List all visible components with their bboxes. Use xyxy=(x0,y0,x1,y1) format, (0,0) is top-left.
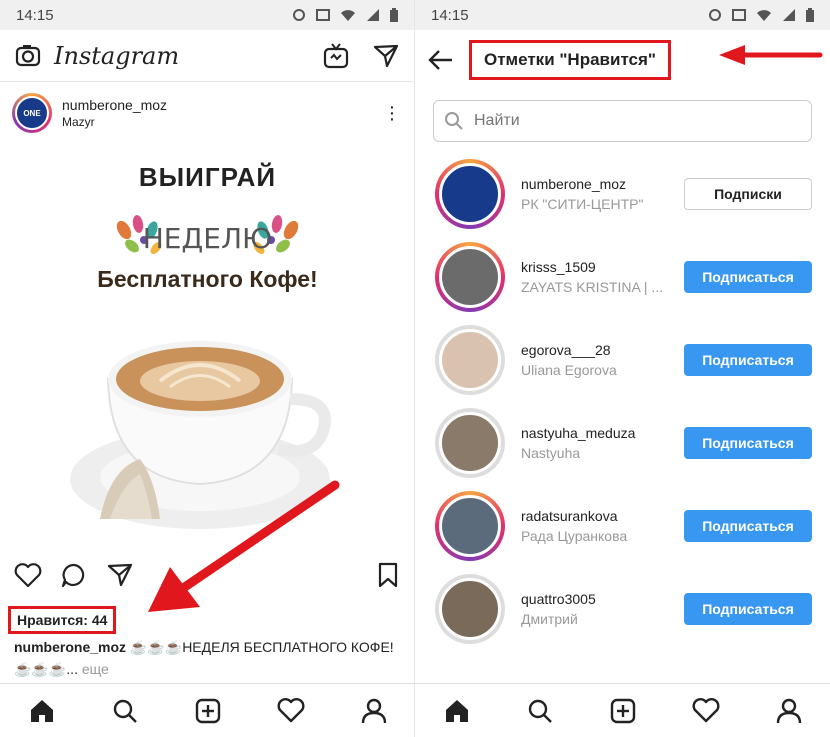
cast-icon xyxy=(732,9,746,21)
caption-more-link[interactable]: еще xyxy=(82,661,109,677)
avatar-photo xyxy=(439,411,501,474)
liker-fullname: ZAYATS KRISTINA | ... xyxy=(521,278,664,295)
follow-button[interactable]: Подписаться xyxy=(684,260,812,293)
profile-icon[interactable] xyxy=(775,697,803,725)
liker-username[interactable]: quattro3005 xyxy=(521,591,684,607)
post-actions xyxy=(0,552,414,598)
liker-avatar[interactable] xyxy=(435,158,505,229)
wifi-icon xyxy=(341,10,355,21)
liker-row[interactable]: numberone_moz РК "СИТИ-ЦЕНТР" Подписки xyxy=(415,152,830,235)
follow-button[interactable]: Подписаться xyxy=(684,592,812,625)
sync-icon xyxy=(293,9,305,21)
liker-username[interactable]: numberone_moz xyxy=(521,176,684,192)
search-icon[interactable] xyxy=(526,697,554,725)
following-button[interactable]: Подписки xyxy=(684,177,812,210)
activity-heart-icon[interactable] xyxy=(692,697,720,725)
caption-username[interactable]: numberone_moz xyxy=(14,639,126,655)
search-icon[interactable] xyxy=(111,697,139,725)
back-arrow-icon[interactable] xyxy=(427,46,455,74)
status-icons xyxy=(708,8,814,22)
avatar-photo xyxy=(439,245,501,308)
follow-button[interactable]: Подписаться xyxy=(684,426,812,459)
new-post-icon[interactable] xyxy=(609,697,637,725)
cast-icon xyxy=(316,9,330,21)
coffee-cup-illustration xyxy=(70,341,331,529)
profile-icon[interactable] xyxy=(360,697,388,725)
likers-list: numberone_moz РК "СИТИ-ЦЕНТР" Подписки kris… xyxy=(415,152,830,650)
battery-icon xyxy=(390,8,398,22)
camera-icon[interactable] xyxy=(14,42,42,70)
share-icon[interactable] xyxy=(106,562,134,588)
status-bar: 14:15 xyxy=(415,0,830,30)
liker-fullname: Uliana Egorova xyxy=(521,361,617,378)
likes-header: Отметки "Нравится" xyxy=(415,30,830,90)
liker-fullname: Дмитрий xyxy=(521,610,578,627)
post-header: ONE numberone_moz Mazyr · · · xyxy=(0,82,414,144)
follow-button[interactable]: Подписаться xyxy=(684,509,812,542)
likes-count[interactable]: Нравится: 44 xyxy=(8,606,117,634)
battery-icon xyxy=(806,8,814,22)
app-logo: Instagram xyxy=(54,41,180,70)
post-username[interactable]: numberone_moz xyxy=(62,97,382,113)
igtv-icon[interactable] xyxy=(322,42,350,70)
bookmark-icon[interactable] xyxy=(376,561,400,589)
liker-row[interactable]: nastyuha_meduza Nastyuha Подписаться xyxy=(415,401,830,484)
promo-free-coffee: Бесплатного Кофе! xyxy=(97,266,318,292)
avatar-logo-text: ONE xyxy=(15,96,49,130)
avatar-photo xyxy=(439,328,501,391)
new-post-icon[interactable] xyxy=(194,697,222,725)
bottom-navigation xyxy=(415,683,830,737)
feed-screen: 14:15 Instagram ONE numberone_moz Mazyr … xyxy=(0,0,415,737)
liker-avatar[interactable] xyxy=(435,407,505,478)
status-icons xyxy=(292,8,398,22)
more-options-icon[interactable]: · · · xyxy=(382,97,402,129)
post-avatar[interactable]: ONE xyxy=(12,93,52,133)
signal-icon xyxy=(367,9,379,21)
liker-row[interactable]: quattro3005 Дмитрий Подписаться xyxy=(415,567,830,650)
activity-heart-icon[interactable] xyxy=(277,697,305,725)
avatar-photo xyxy=(439,162,501,225)
home-icon[interactable] xyxy=(443,697,471,725)
liker-row[interactable]: egorova___28 Uliana Egorova Подписаться xyxy=(415,318,830,401)
liker-avatar[interactable] xyxy=(435,241,505,312)
status-time: 14:15 xyxy=(431,6,469,24)
promo-headline: ВЫИГРАЙ xyxy=(138,162,277,192)
post-caption: numberone_moz ☕☕☕НЕДЕЛЯ БЕСПЛАТНОГО КОФЕ… xyxy=(14,636,409,680)
follow-button[interactable]: Подписаться xyxy=(684,343,812,376)
page-title: Отметки "Нравится" xyxy=(469,40,671,80)
promo-week: НЕДЕЛЮ xyxy=(142,222,273,255)
liker-username[interactable]: egorova___28 xyxy=(521,342,684,358)
app-header: Instagram xyxy=(0,30,414,82)
post-image[interactable]: ВЫИГРАЙ НЕДЕЛЮ Бесплатного Кофе! xyxy=(0,144,414,552)
liker-username[interactable]: radatsurankova xyxy=(521,508,684,524)
liker-fullname: РК "СИТИ-ЦЕНТР" xyxy=(521,195,644,212)
avatar-photo xyxy=(439,494,501,557)
post-location[interactable]: Mazyr xyxy=(62,115,382,129)
avatar-photo xyxy=(439,577,501,640)
liker-avatar[interactable] xyxy=(435,324,505,395)
search-icon xyxy=(445,112,463,130)
sync-icon xyxy=(709,9,721,21)
bottom-navigation xyxy=(0,683,414,737)
liker-avatar[interactable] xyxy=(435,490,505,561)
liker-fullname: Рада Цуранкова xyxy=(521,527,628,544)
status-bar: 14:15 xyxy=(0,0,414,30)
liker-username[interactable]: nastyuha_meduza xyxy=(521,425,684,441)
heart-icon[interactable] xyxy=(14,562,42,588)
liker-row[interactable]: radatsurankova Рада Цуранкова Подписаться xyxy=(415,484,830,567)
likes-screen: 14:15 Отметки "Нравится" numberone_moz РК… xyxy=(415,0,830,737)
liker-username[interactable]: krisss_1509 xyxy=(521,259,684,275)
liker-row[interactable]: krisss_1509 ZAYATS KRISTINA | ... Подписат… xyxy=(415,235,830,318)
liker-avatar[interactable] xyxy=(435,573,505,644)
liker-fullname: Nastyuha xyxy=(521,444,581,461)
wifi-icon xyxy=(757,10,771,21)
search-box[interactable] xyxy=(433,100,812,142)
status-time: 14:15 xyxy=(16,6,54,24)
home-icon[interactable] xyxy=(28,697,56,725)
search-input[interactable] xyxy=(474,112,801,130)
signal-icon xyxy=(783,9,795,21)
comment-icon[interactable] xyxy=(60,562,88,588)
direct-message-icon[interactable] xyxy=(372,42,400,70)
